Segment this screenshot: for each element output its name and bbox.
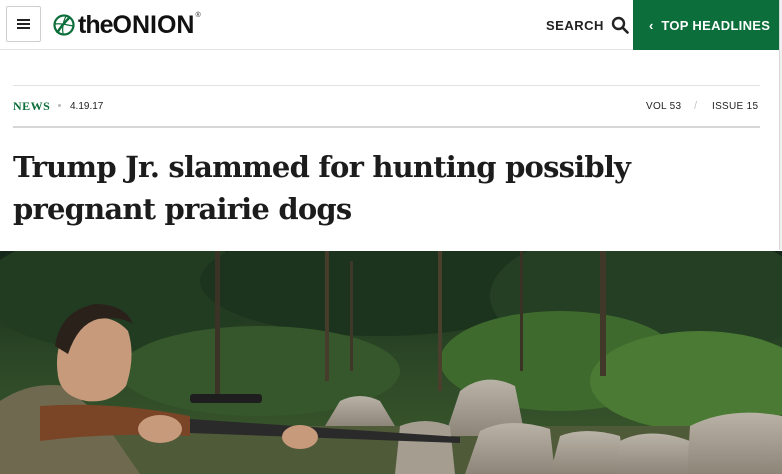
- onion-globe-icon: [53, 14, 75, 36]
- dot-separator: [58, 104, 61, 107]
- divider: [13, 126, 760, 128]
- section-link-news[interactable]: NEWS: [13, 99, 50, 114]
- article-headline: Trump Jr. slammed for hunting possibly p…: [13, 150, 631, 226]
- hero-photo-illustration: [0, 251, 782, 474]
- slash-separator: /: [694, 100, 698, 112]
- hamburger-menu-icon: [17, 19, 30, 29]
- article-date: 4.19.17: [70, 101, 104, 112]
- logo-text-onion: ONION: [112, 10, 195, 39]
- search-button[interactable]: SEARCH: [546, 14, 629, 36]
- menu-button[interactable]: [6, 6, 41, 42]
- issue-label: ISSUE 15: [712, 101, 759, 112]
- onion-logo[interactable]: the ONION ®: [52, 9, 201, 41]
- top-headlines-label: TOP HEADLINES: [661, 17, 771, 33]
- site-header: the ONION ® SEARCH ‹ TOP HEADLINES: [0, 0, 782, 50]
- top-headlines-button[interactable]: ‹ TOP HEADLINES: [633, 0, 779, 50]
- divider: [13, 85, 760, 86]
- chevron-left-icon: ‹: [649, 17, 654, 33]
- search-icon: [611, 16, 629, 34]
- search-label: SEARCH: [546, 17, 604, 33]
- logo-registered-mark: ®: [195, 12, 201, 19]
- hero-image: [0, 251, 782, 474]
- volume-label: VOL 53: [646, 101, 682, 112]
- logo-text-the: the: [78, 10, 113, 39]
